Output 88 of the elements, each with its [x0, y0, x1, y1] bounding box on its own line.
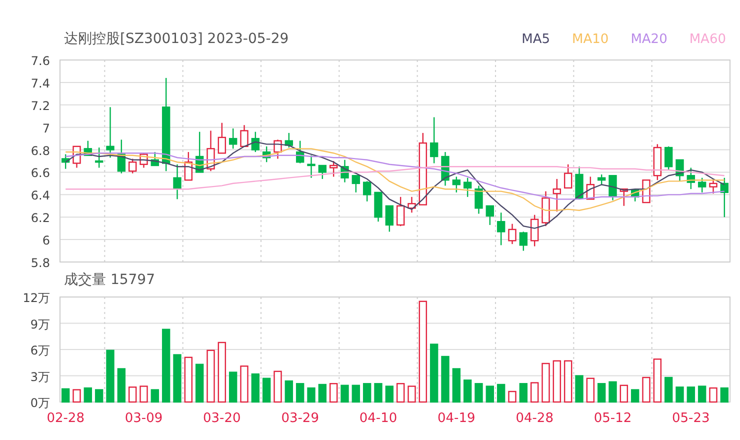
volume-bar	[362, 383, 372, 403]
volume-bar	[519, 383, 528, 403]
volume-bar	[184, 356, 193, 403]
volume-bar	[274, 370, 282, 403]
date-label: 04-28	[516, 411, 554, 426]
legend-label: MA60	[689, 32, 726, 46]
date-label: 05-23	[672, 411, 710, 426]
date-label: 03-20	[203, 411, 241, 426]
volume-bar	[262, 378, 271, 403]
volume-bar	[150, 389, 160, 403]
volume-bar	[228, 372, 238, 403]
axis-label: 6万	[30, 344, 50, 358]
volume-bar	[552, 360, 562, 403]
volume-bar	[140, 386, 148, 403]
axis-label: 7	[42, 121, 50, 136]
volume-bar	[430, 344, 438, 403]
volume-bar	[106, 350, 114, 403]
date-label: 03-29	[281, 411, 319, 426]
axis-label: 6	[42, 234, 50, 248]
volume-bar	[530, 382, 539, 403]
volume-bar	[542, 362, 550, 403]
volume-bar	[318, 384, 327, 403]
volume-bar	[251, 373, 260, 403]
volume-bar	[486, 386, 494, 403]
axis-label: 0万	[30, 396, 50, 410]
volume-bar	[296, 383, 304, 403]
volume-bar	[452, 368, 461, 403]
volume-bar	[575, 375, 584, 403]
legend-label: MA5	[522, 32, 550, 46]
volume-bar	[128, 386, 137, 403]
axis-label: 7.2	[30, 98, 50, 113]
volume-bar	[374, 383, 382, 403]
axis-label: 9万	[30, 317, 50, 332]
volume-bar	[686, 386, 696, 403]
volume-bar	[664, 376, 673, 403]
chart-title: 成交量 15797	[64, 271, 155, 289]
volume-bar	[206, 350, 215, 403]
volume-bar	[307, 387, 316, 403]
volume-bar	[340, 384, 349, 403]
volume-bar	[72, 389, 81, 403]
volume-bar	[653, 358, 662, 403]
volume-bar	[94, 389, 104, 403]
volume-bar	[218, 342, 226, 403]
legend-label: MA20	[630, 32, 668, 46]
volume-bar	[642, 376, 650, 403]
volume-bar	[620, 384, 628, 403]
axis-label: 3万	[30, 370, 50, 384]
axis-label: 6.6	[30, 166, 50, 180]
axis-label: 6.4	[30, 188, 50, 203]
axis-label: 12万	[22, 291, 50, 305]
date-label: 05-12	[594, 411, 632, 426]
volume-bar	[608, 381, 617, 403]
volume-bar	[385, 386, 394, 403]
date-label: 04-10	[359, 411, 398, 426]
volume-bar	[173, 354, 182, 403]
volume-bar	[441, 356, 450, 403]
volume-bar	[284, 380, 294, 403]
volume-bar	[496, 384, 506, 403]
date-label: 04-19	[438, 411, 476, 426]
volume-bar	[564, 360, 572, 403]
volume-bar	[352, 384, 360, 403]
volume-bar	[240, 366, 248, 403]
volume-bar	[61, 388, 70, 403]
volume-bar	[698, 386, 706, 403]
axis-label: 7.4	[30, 76, 50, 90]
volume-bar	[396, 383, 405, 403]
volume-bar	[474, 383, 483, 403]
axis-label: 5.8	[30, 256, 50, 270]
volume-bar	[84, 387, 92, 403]
volume-bar	[508, 390, 516, 403]
volume-bar	[408, 386, 416, 403]
volume-bar	[117, 368, 126, 403]
legend-label: MA10	[572, 32, 609, 46]
volume-bar	[630, 389, 640, 403]
volume-bar	[586, 378, 595, 403]
volume-bar	[597, 383, 606, 403]
volume-bar	[709, 387, 718, 403]
volume-bar	[676, 386, 684, 403]
volume-bar	[195, 364, 204, 403]
axis-label: 7.6	[30, 54, 50, 68]
volume-bar	[720, 387, 729, 403]
axis-label: 6.2	[30, 211, 50, 226]
date-label: 02-28	[46, 411, 84, 426]
chart-title: 达刚控股[SZ300103] 2023-05-29	[64, 30, 289, 48]
axis-label: 6.8	[30, 144, 50, 158]
volume-bar	[463, 380, 472, 403]
date-label: 03-09	[124, 411, 163, 426]
volume-bar	[329, 383, 338, 403]
